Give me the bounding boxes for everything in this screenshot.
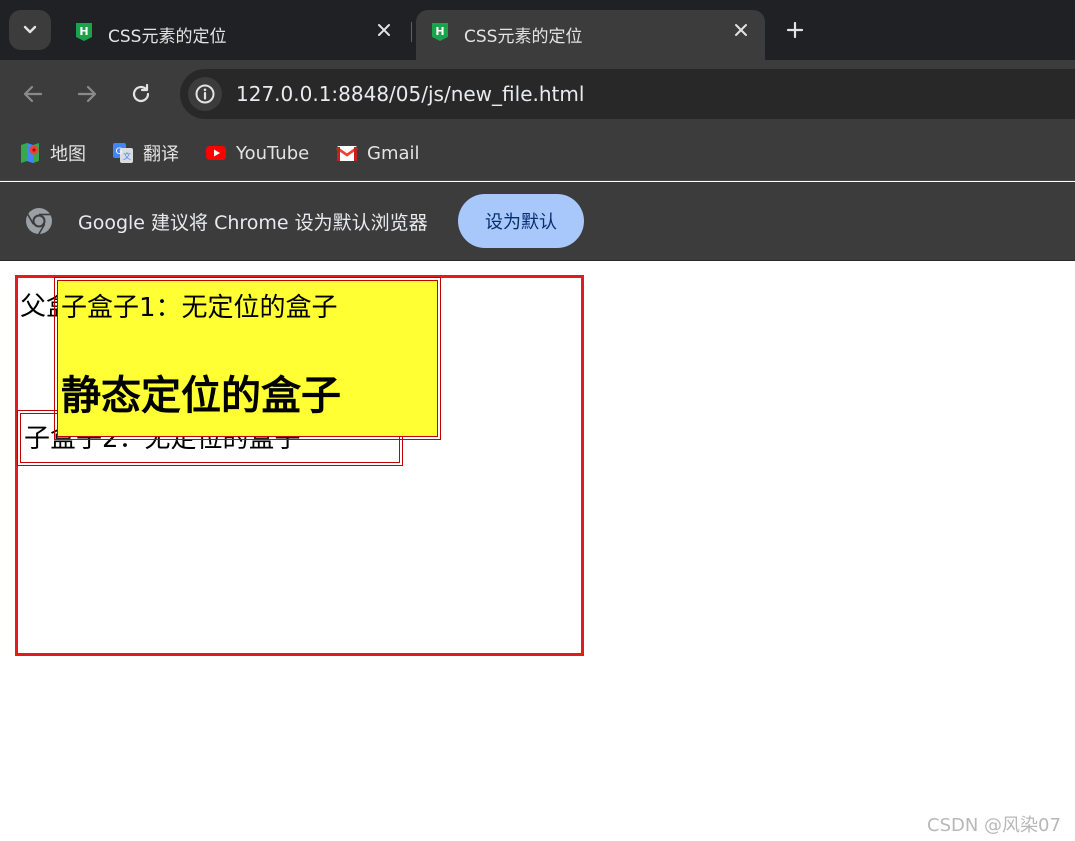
youtube-icon	[206, 146, 226, 160]
hbuilder-favicon-icon: H	[432, 23, 448, 41]
plus-icon	[786, 21, 804, 39]
tab-divider	[411, 22, 412, 42]
close-icon[interactable]	[731, 20, 751, 40]
tab-title: CSS元素的定位	[464, 27, 583, 47]
close-icon[interactable]	[374, 20, 394, 40]
translate-icon: G文	[113, 143, 133, 163]
hbuilder-favicon-icon: H	[76, 23, 92, 41]
bookmark-gmail[interactable]: Gmail	[336, 139, 420, 167]
svg-text:H: H	[79, 25, 88, 38]
svg-text:文: 文	[123, 151, 131, 161]
child-box-1-heading: 静态定位的盒子	[61, 373, 341, 419]
svg-text:H: H	[435, 25, 444, 38]
new-tab-button[interactable]	[780, 15, 810, 45]
site-info-button[interactable]	[188, 77, 222, 111]
set-default-button[interactable]: 设为默认	[458, 194, 584, 248]
arrow-right-icon	[77, 85, 97, 103]
toolbar: 127.0.0.1:8848/05/js/new_file.html	[0, 60, 1075, 128]
parent-box: 父盒子 子盒子2：无定位的盒子 子盒子1：无定位的盒子 静态定位的盒子	[15, 275, 584, 656]
address-bar[interactable]: 127.0.0.1:8848/05/js/new_file.html	[180, 69, 1075, 119]
bookmark-youtube[interactable]: YouTube	[205, 139, 309, 167]
child-box-1-label: 子盒子1：无定位的盒子	[61, 293, 338, 323]
bookmark-translate[interactable]: G文 翻译	[112, 139, 179, 167]
infobar-message: Google 建议将 Chrome 设为默认浏览器	[78, 212, 428, 234]
tab-title: CSS元素的定位	[108, 27, 227, 47]
child-box-1: 子盒子1：无定位的盒子 静态定位的盒子	[54, 277, 441, 440]
svg-text:G: G	[116, 147, 123, 157]
back-button[interactable]	[16, 77, 50, 111]
gmail-icon	[336, 146, 358, 161]
tab-search-button[interactable]	[9, 10, 51, 50]
default-browser-infobar: Google 建议将 Chrome 设为默认浏览器 设为默认	[0, 182, 1075, 261]
bookmark-label: YouTube	[236, 142, 310, 164]
reload-icon	[132, 83, 150, 103]
tab-strip: H CSS元素的定位 H CSS元素的定位	[0, 0, 1075, 60]
tab-inactive[interactable]: H CSS元素的定位	[60, 10, 408, 60]
bookmarks-bar: 地图 G文 翻译 YouTube Gmail	[0, 128, 1075, 181]
reload-button[interactable]	[124, 77, 158, 111]
chevron-down-icon	[23, 25, 37, 34]
url-text[interactable]: 127.0.0.1:8848/05/js/new_file.html	[236, 82, 584, 106]
bookmark-label: 地图	[50, 144, 86, 165]
maps-icon	[21, 143, 39, 163]
forward-button[interactable]	[70, 77, 104, 111]
chrome-icon	[26, 208, 52, 235]
bookmark-maps[interactable]: 地图	[19, 139, 86, 167]
tab-active[interactable]: H CSS元素的定位	[416, 10, 765, 60]
page-content: 父盒子 子盒子2：无定位的盒子 子盒子1：无定位的盒子 静态定位的盒子 CSDN…	[0, 261, 1075, 841]
arrow-left-icon	[23, 85, 43, 103]
bookmark-label: Gmail	[367, 142, 420, 164]
bookmark-label: 翻译	[143, 144, 179, 165]
info-icon	[195, 84, 215, 104]
watermark: CSDN @风染07	[927, 815, 1061, 836]
